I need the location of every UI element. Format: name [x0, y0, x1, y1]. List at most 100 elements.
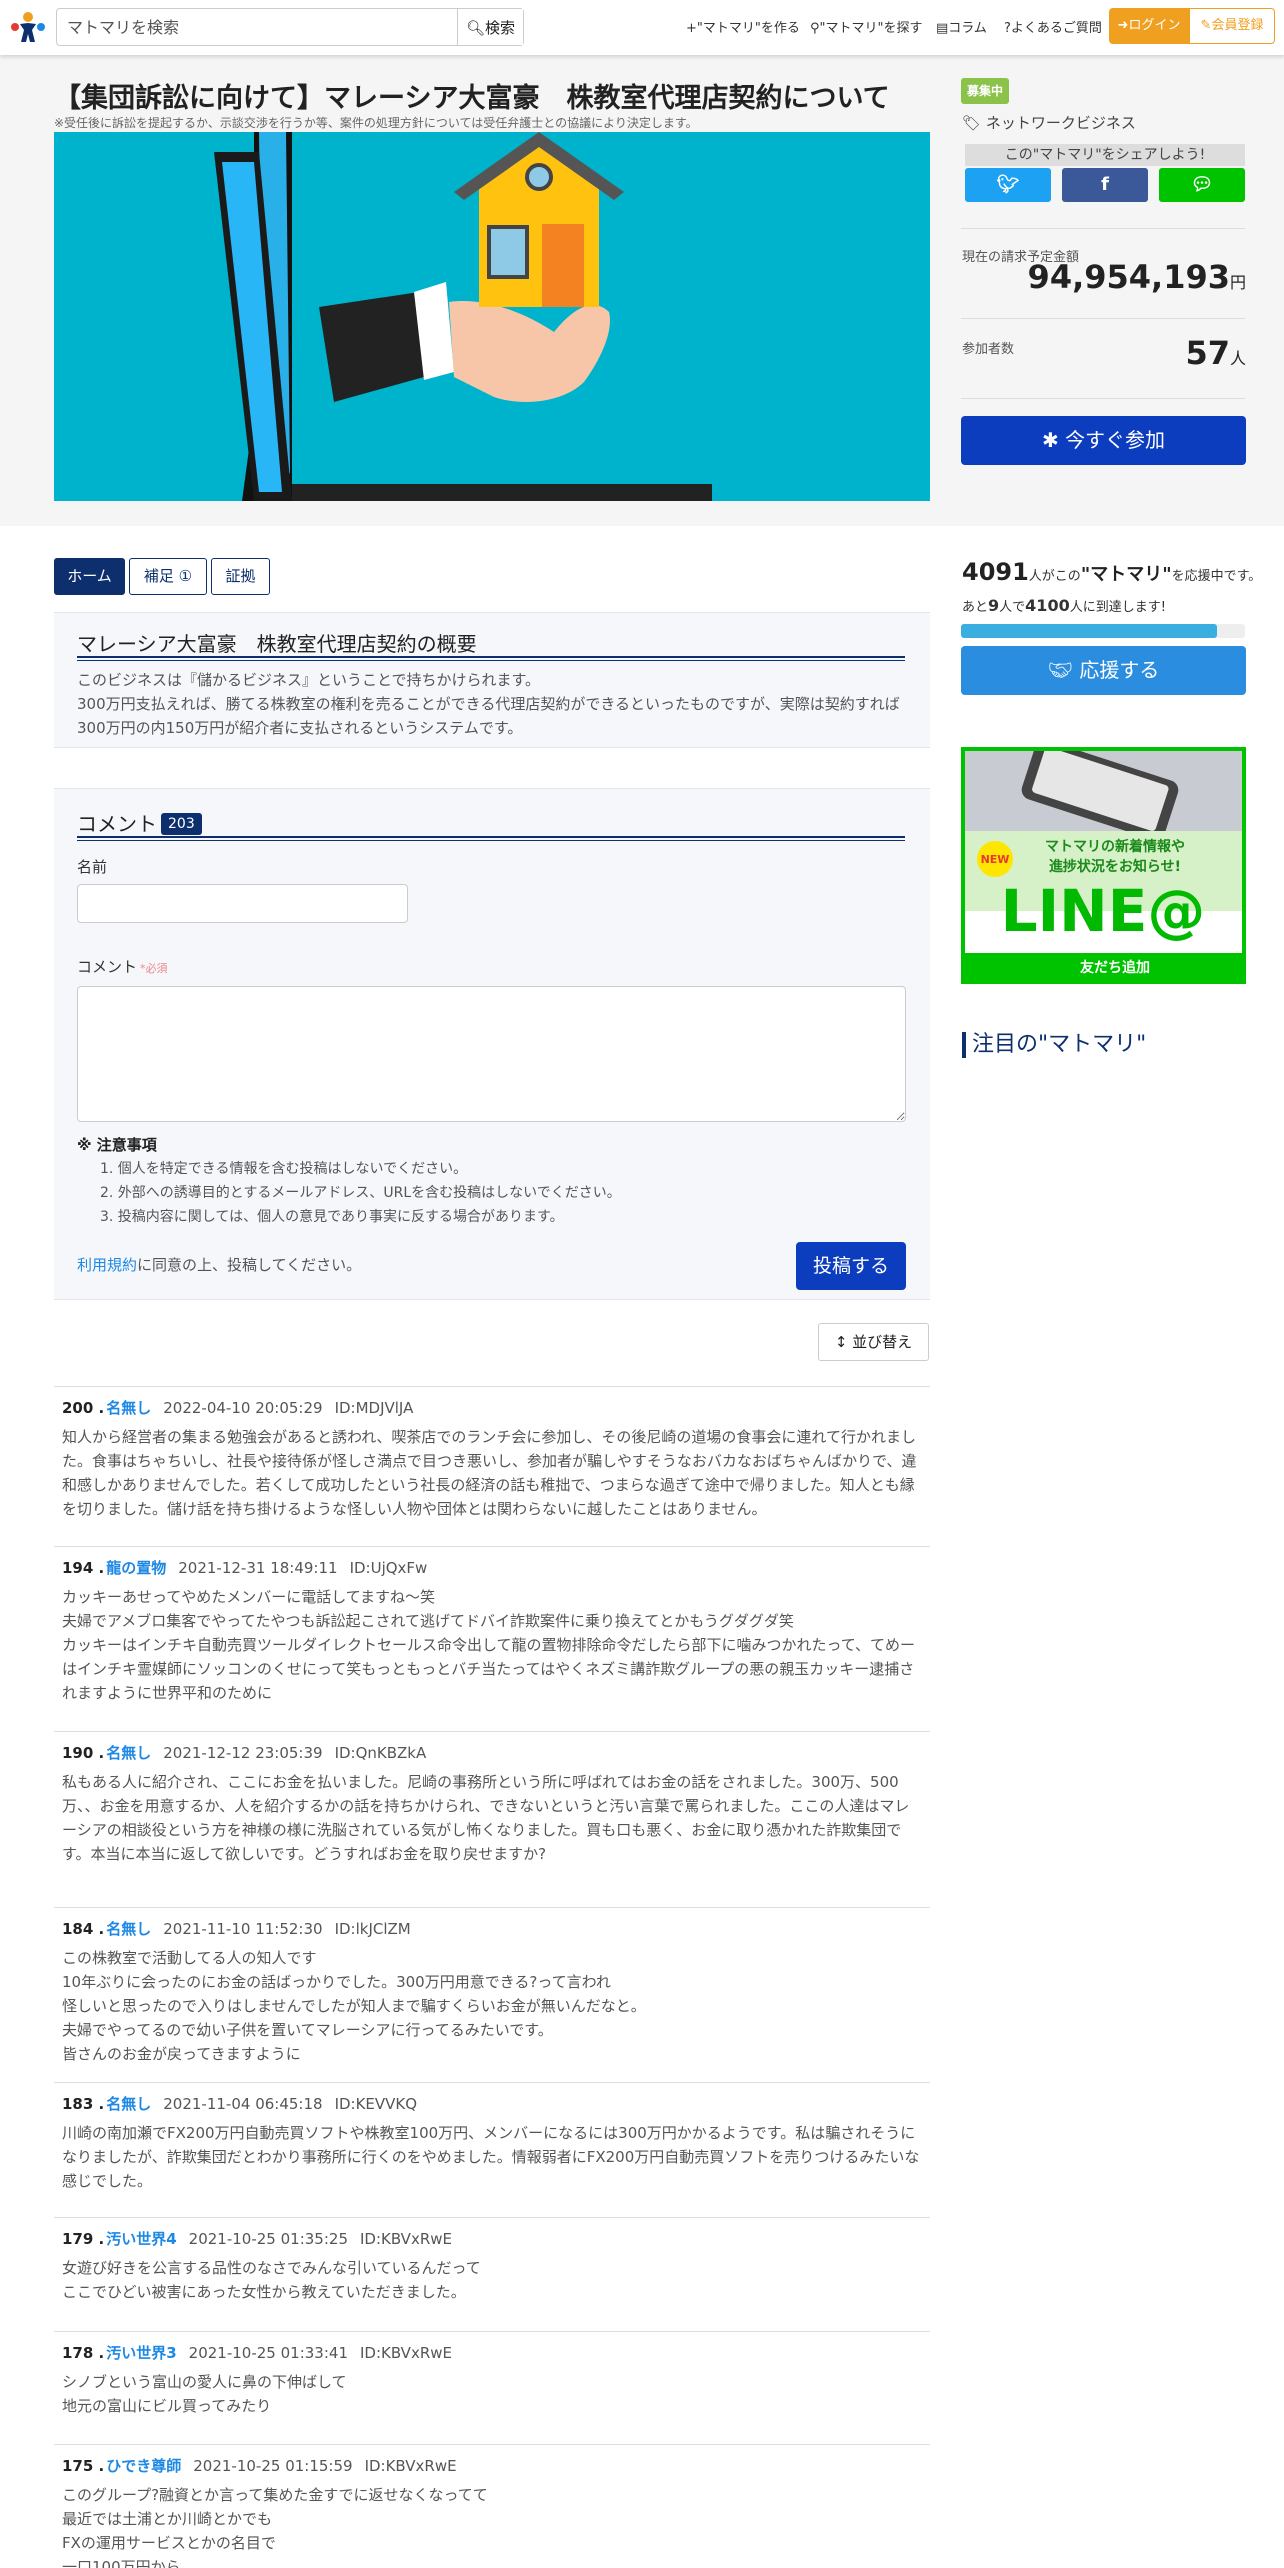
- comment-header: 190 . 名無し 2021-12-12 23:05:39 ID:QnKBZkA: [62, 1742, 922, 1764]
- line-share-button[interactable]: 💬︎: [1159, 168, 1245, 202]
- comment-line: 怪しいと思ったので入りはしませんでしたが知人まで騙すくらいお金が無いんだなと。: [62, 1997, 646, 2015]
- support-button[interactable]: 🤝︎ 応援する: [961, 646, 1246, 695]
- nav-find[interactable]: ⚲"マトマリ"を探す: [810, 17, 923, 36]
- comment-number: 184 .: [62, 1920, 105, 1938]
- comment-number: 194 .: [62, 1559, 105, 1577]
- comment-body: シノブという富山の愛人に鼻の下伸ばして 地元の富山にビル買ってみたり: [62, 2370, 922, 2418]
- search-button[interactable]: 🔍︎検索: [457, 9, 523, 45]
- comment-header: 179 . 汚い世界4 2021-10-25 01:35:25 ID:KBVxRwE: [62, 2228, 922, 2250]
- search-icon: 🔍︎: [465, 18, 486, 37]
- remaining-line: あと9人で4100人に到達します!: [962, 596, 1166, 615]
- terms-agreement: 利用規約に同意の上、投稿してください。: [77, 1254, 361, 1275]
- banner-new-badge: NEW: [981, 853, 1010, 866]
- tab-home[interactable]: ホーム: [54, 558, 125, 595]
- comment-date: 2021-10-25 01:35:25: [188, 2230, 348, 2248]
- comment-number: 175 .: [62, 2457, 105, 2475]
- comment-line: 女遊び好きを公言する品性のなさでみんな引いているんだって: [62, 2259, 481, 2277]
- comment-date: 2021-12-12 23:05:39: [163, 1744, 323, 1762]
- comment-date: 2021-10-25 01:15:59: [193, 2457, 353, 2475]
- amount-value: 94,954,193円: [962, 258, 1246, 296]
- comment-date: 2021-11-04 06:45:18: [163, 2095, 323, 2113]
- search-input[interactable]: [57, 9, 457, 45]
- tab-supplement[interactable]: 補足 ①: [129, 558, 207, 595]
- comment-author[interactable]: 龍の置物: [106, 1559, 166, 1577]
- comment-body: 女遊び好きを公言する品性のなさでみんな引いているんだって ここでひどい被害にあった…: [62, 2256, 922, 2304]
- facebook-share-button[interactable]: f: [1062, 168, 1148, 202]
- sort-button[interactable]: ↕ 並び替え: [818, 1323, 929, 1361]
- comment-author[interactable]: 名無し: [106, 1399, 151, 1417]
- comment-item: 200 . 名無し 2022-04-10 20:05:29 ID:MDJVlJA 知人か…: [54, 1386, 930, 1533]
- comment-line: シノブという富山の愛人に鼻の下伸ばして: [62, 2373, 347, 2391]
- comment-author[interactable]: 名無し: [106, 2095, 151, 2113]
- comment-author[interactable]: ひでき尊師: [106, 2457, 181, 2475]
- comment-date: 2022-04-10 20:05:29: [163, 1399, 323, 1417]
- top-header: 🔍︎検索 +"マトマリ"を作る ⚲"マトマリ"を探す ▤コラム ?よくあるご質問…: [0, 0, 1284, 55]
- overview-title: マレーシア大富豪 株教室代理店契約の概要: [77, 632, 477, 656]
- sign-in-icon: ➜: [1117, 18, 1129, 33]
- status-badge: 募集中: [961, 78, 1009, 104]
- comment-author[interactable]: 汚い世界4: [106, 2230, 176, 2248]
- comment-id: ID:KBVxRwE: [359, 2230, 452, 2248]
- twitter-share-button[interactable]: 🐦︎: [965, 168, 1051, 202]
- comment-line: FXの運用サービスとかの名目で: [62, 2534, 276, 2552]
- register-button[interactable]: ✎会員登録: [1189, 8, 1275, 44]
- support-text: を応援中です。: [1171, 569, 1262, 584]
- comment-label-text: コメント: [77, 958, 138, 976]
- nav-column[interactable]: ▤コラム: [936, 17, 987, 36]
- name-input[interactable]: [77, 884, 408, 923]
- comment-date: 2021-10-25 01:33:41: [188, 2344, 348, 2362]
- participants-value: 57人: [962, 334, 1246, 372]
- comment-id: ID:KEVVKQ: [334, 2095, 418, 2113]
- comment-line: 10年ぶりに会ったのにお金の話ばっかりでした。300万円用意できる?って言われ: [62, 1973, 611, 1991]
- hero-illustration: [54, 132, 930, 501]
- banner-text: 進捗状況をお知らせ!: [1049, 858, 1181, 875]
- remain-text: あと: [962, 600, 989, 615]
- handshake-icon: 🤝︎: [1047, 658, 1080, 682]
- line-icon: 💬︎: [1190, 174, 1214, 195]
- login-button[interactable]: ➜ログイン: [1109, 8, 1189, 44]
- nav-create[interactable]: +"マトマリ"を作る: [686, 17, 800, 36]
- newspaper-icon: ▤: [936, 21, 949, 36]
- join-button[interactable]: ✱ 今すぐ参加: [961, 416, 1246, 465]
- support-q: "マトマリ": [1080, 564, 1172, 585]
- site-logo[interactable]: [8, 10, 48, 44]
- search-box: 🔍︎検索: [56, 8, 524, 46]
- category-link[interactable]: 🏷︎ ネットワークビジネス: [962, 112, 1136, 133]
- nav-faq[interactable]: ?よくあるご質問: [1004, 17, 1102, 36]
- comment-number: 183 .: [62, 2095, 105, 2113]
- comment-id: ID:lkJClZM: [334, 1920, 411, 1938]
- comment-item: 190 . 名無し 2021-12-12 23:05:39 ID:QnKBZkA 私もあ…: [54, 1731, 930, 1878]
- comment-line: 夫婦でやってるので幼い子供を置いてマレーシアに行ってるみたいです。: [62, 2021, 553, 2039]
- comment-line: 最近では土浦とか川崎とかでも: [62, 2510, 273, 2528]
- comment-author[interactable]: 名無し: [106, 1744, 151, 1762]
- title-underline: [77, 656, 905, 661]
- comment-item: 184 . 名無し 2021-11-10 11:52:30 ID:lkJClZM この株…: [54, 1907, 930, 2078]
- comment-header: 178 . 汚い世界3 2021-10-25 01:33:41 ID:KBVxRwE: [62, 2342, 922, 2364]
- comment-line: 知人から経営者の集まる勉強会があると誘われ、喫茶店でのランチ会に参加し、その後尼…: [62, 1428, 917, 1518]
- nav-find-label: "マトマリ"を探す: [819, 21, 923, 36]
- question-circle-icon: ?: [1004, 21, 1011, 36]
- post-comment-button[interactable]: 投稿する: [796, 1242, 906, 1290]
- comment-textarea[interactable]: [77, 986, 906, 1122]
- banner-line-logo: LINE@: [1001, 877, 1206, 945]
- category-label: ネットワークビジネス: [985, 114, 1136, 132]
- share-heading: この"マトマリ"をシェアしよう!: [965, 144, 1245, 166]
- edit-icon: ✎: [1200, 18, 1212, 33]
- remain-text: 人で: [999, 600, 1026, 615]
- name-label: 名前: [77, 858, 108, 876]
- comment-line: ここでひどい被害にあった女性から教えていただきました。: [62, 2283, 466, 2301]
- comment-header: 183 . 名無し 2021-11-04 06:45:18 ID:KEVVKQ: [62, 2093, 922, 2115]
- tab-evidence[interactable]: 証拠: [211, 558, 270, 595]
- comment-author[interactable]: 汚い世界3: [106, 2344, 176, 2362]
- comment-author[interactable]: 名無し: [106, 1920, 151, 1938]
- case-title: 【集団訴訟に向けて】マレーシア大富豪 株教室代理店契約について: [54, 83, 890, 114]
- amount-unit: 円: [1229, 273, 1246, 292]
- note-item: 1. 個人を特定できる情報を含む投稿はしないでください。: [100, 1161, 468, 1177]
- overview-text: このビジネスは『儲かるビジネス』ということで持ちかけられます。: [77, 671, 541, 689]
- terms-link[interactable]: 利用規約: [77, 1256, 137, 1274]
- support-text: 人がこの: [1028, 569, 1081, 584]
- sort-icon: ↕: [834, 1333, 853, 1351]
- banner-text: マトマリの新着情報や: [1045, 838, 1185, 855]
- comment-id: ID:KBVxRwE: [364, 2457, 457, 2475]
- line-banner[interactable]: NEW マトマリの新着情報や 進捗状況をお知らせ! LINE@ 友だち追加: [961, 747, 1246, 984]
